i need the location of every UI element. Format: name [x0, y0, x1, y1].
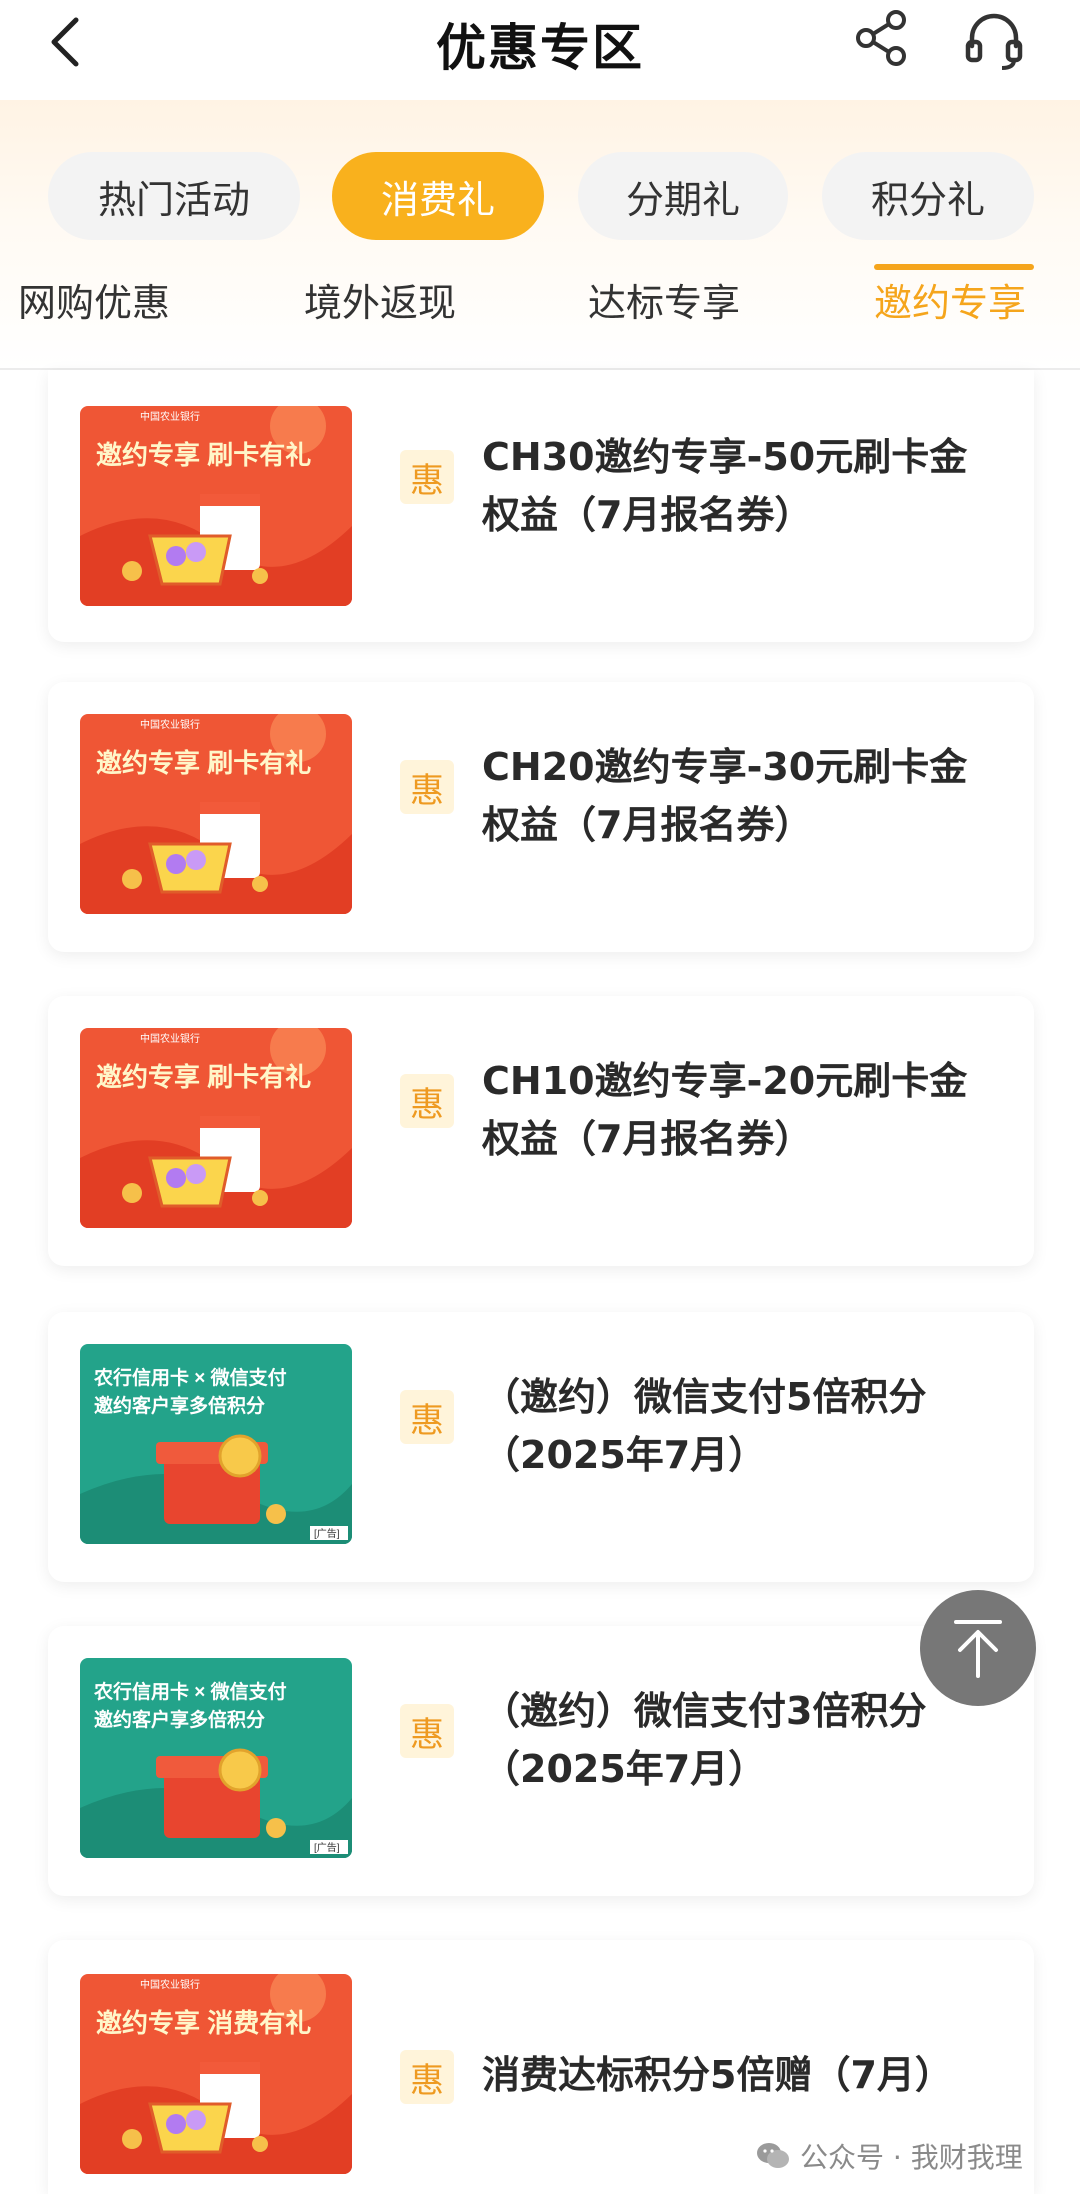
offer-title-line1: CH30邀约专享-50元刷卡金 — [482, 435, 968, 479]
share-icon — [856, 10, 906, 66]
offer-title-line1: 消费达标积分5倍赠（7月） — [482, 2053, 953, 2097]
offer-title: CH20邀约专享-30元刷卡金 权益（7月报名券） — [482, 738, 1002, 854]
subtab-online-shopping[interactable]: 网购优惠 — [18, 272, 170, 327]
subtab-invite-exclusive[interactable]: 邀约专享 — [874, 272, 1026, 327]
tab-installment-gift[interactable]: 分期礼 — [578, 152, 788, 240]
headset-icon — [965, 13, 1023, 70]
offer-card[interactable]: 中国农业银行 邀约专享 刷卡有礼 惠 CH30邀约专享-50元刷卡金 权益（7月… — [48, 370, 1034, 642]
watermark: 公众号 · 我财我理 — [756, 2136, 1023, 2176]
banner-slogan: 邀约专享 刷卡有礼 — [96, 440, 311, 470]
banner-subheadline: 邀约客户享多倍积分 — [94, 1708, 265, 1731]
offer-title-line2: 权益（7月报名券） — [482, 1117, 813, 1161]
offer-title: 消费达标积分5倍赠（7月） — [482, 2046, 1002, 2104]
discount-badge: 惠 — [400, 760, 454, 814]
discount-badge: 惠 — [400, 450, 454, 504]
offer-card[interactable]: 中国农业银行 邀约专享 刷卡有礼 惠 CH20邀约专享-30元刷卡金 权益（7月… — [48, 682, 1034, 952]
tab-points-gift[interactable]: 积分礼 — [822, 152, 1034, 240]
offer-title-line1: （邀约）微信支付5倍积分 — [482, 1375, 927, 1419]
offer-title-line2: 权益（7月报名券） — [482, 803, 813, 847]
page-title: 优惠专区 — [436, 19, 644, 77]
tab-hot-activities[interactable]: 热门活动 — [48, 152, 300, 240]
offer-banner-image: 农行信用卡 × 微信支付 邀约客户享多倍积分 [广告] — [80, 1344, 352, 1544]
offer-title: （邀约）微信支付5倍积分 （2025年7月） — [482, 1368, 1002, 1484]
offer-title-line1: CH20邀约专享-30元刷卡金 — [482, 745, 968, 789]
customer-service-button[interactable] — [962, 8, 1026, 72]
ad-tag: [广告] — [314, 1841, 340, 1854]
wechat-icon — [757, 2143, 789, 2168]
offer-title-line2: （2025年7月） — [482, 1747, 767, 1791]
offer-title-line2: 权益（7月报名券） — [482, 493, 813, 537]
watermark-text: 公众号 · 我财我理 — [800, 2141, 1023, 2174]
banner-slogan: 邀约专享 刷卡有礼 — [96, 1062, 311, 1092]
bank-logo-text: 中国农业银行 — [140, 1978, 200, 1991]
tab-consumption-gift[interactable]: 消费礼 — [332, 152, 544, 240]
share-button[interactable] — [852, 8, 912, 68]
offer-title: CH10邀约专享-20元刷卡金 权益（7月报名券） — [482, 1052, 1002, 1168]
discount-badge: 惠 — [400, 1390, 454, 1444]
offer-title: CH30邀约专享-50元刷卡金 权益（7月报名券） — [482, 428, 1002, 544]
banner-slogan: 邀约专享 刷卡有礼 — [96, 748, 311, 778]
banner-slogan: 邀约专享 消费有礼 — [96, 2008, 311, 2038]
offer-card[interactable]: 农行信用卡 × 微信支付 邀约客户享多倍积分 [广告] 惠 （邀约）微信支付3倍… — [48, 1626, 1034, 1896]
tab-area: 热门活动 消费礼 分期礼 积分礼 网购优惠 境外返现 达标专享 邀约专享 — [0, 100, 1080, 370]
offer-banner-image: 农行信用卡 × 微信支付 邀约客户享多倍积分 [广告] — [80, 1658, 352, 1858]
offer-banner-image: 中国农业银行 邀约专享 刷卡有礼 — [80, 1028, 352, 1228]
ad-tag: [广告] — [314, 1527, 340, 1540]
bank-logo-text: 中国农业银行 — [140, 410, 200, 423]
offer-banner-image: 中国农业银行 邀约专享 消费有礼 — [80, 1974, 352, 2174]
arrow-up-to-top-icon — [954, 1620, 1002, 1678]
banner-subheadline: 邀约客户享多倍积分 — [94, 1394, 265, 1417]
banner-headline: 农行信用卡 × 微信支付 — [93, 1366, 287, 1389]
banner-headline: 农行信用卡 × 微信支付 — [93, 1680, 287, 1703]
bank-logo-text: 中国农业银行 — [140, 718, 200, 731]
offer-title: （邀约）微信支付3倍积分 （2025年7月） — [482, 1682, 1002, 1798]
subtab-target-exclusive[interactable]: 达标专享 — [588, 272, 740, 327]
offer-title-line1: （邀约）微信支付3倍积分 — [482, 1689, 927, 1733]
offer-title-line1: CH10邀约专享-20元刷卡金 — [482, 1059, 968, 1103]
category-tab-bar: 热门活动 消费礼 分期礼 积分礼 — [0, 152, 1080, 240]
subtab-overseas-cashback[interactable]: 境外返现 — [304, 272, 456, 327]
offer-banner-image: 中国农业银行 邀约专享 刷卡有礼 — [80, 406, 352, 606]
bank-logo-text: 中国农业银行 — [140, 1032, 200, 1045]
active-subtab-underline — [874, 264, 1034, 270]
top-nav-bar: 优惠专区 — [0, 0, 1080, 100]
discount-badge: 惠 — [400, 2050, 454, 2104]
discount-badge: 惠 — [400, 1704, 454, 1758]
scroll-to-top-button[interactable] — [920, 1590, 1036, 1706]
offer-card[interactable]: 农行信用卡 × 微信支付 邀约客户享多倍积分 [广告] 惠 （邀约）微信支付5倍… — [48, 1312, 1034, 1582]
offer-title-line2: （2025年7月） — [482, 1433, 767, 1477]
discount-badge: 惠 — [400, 1074, 454, 1128]
offer-card[interactable]: 中国农业银行 邀约专享 刷卡有礼 惠 CH10邀约专享-20元刷卡金 权益（7月… — [48, 996, 1034, 1266]
offer-banner-image: 中国农业银行 邀约专享 刷卡有礼 — [80, 714, 352, 914]
